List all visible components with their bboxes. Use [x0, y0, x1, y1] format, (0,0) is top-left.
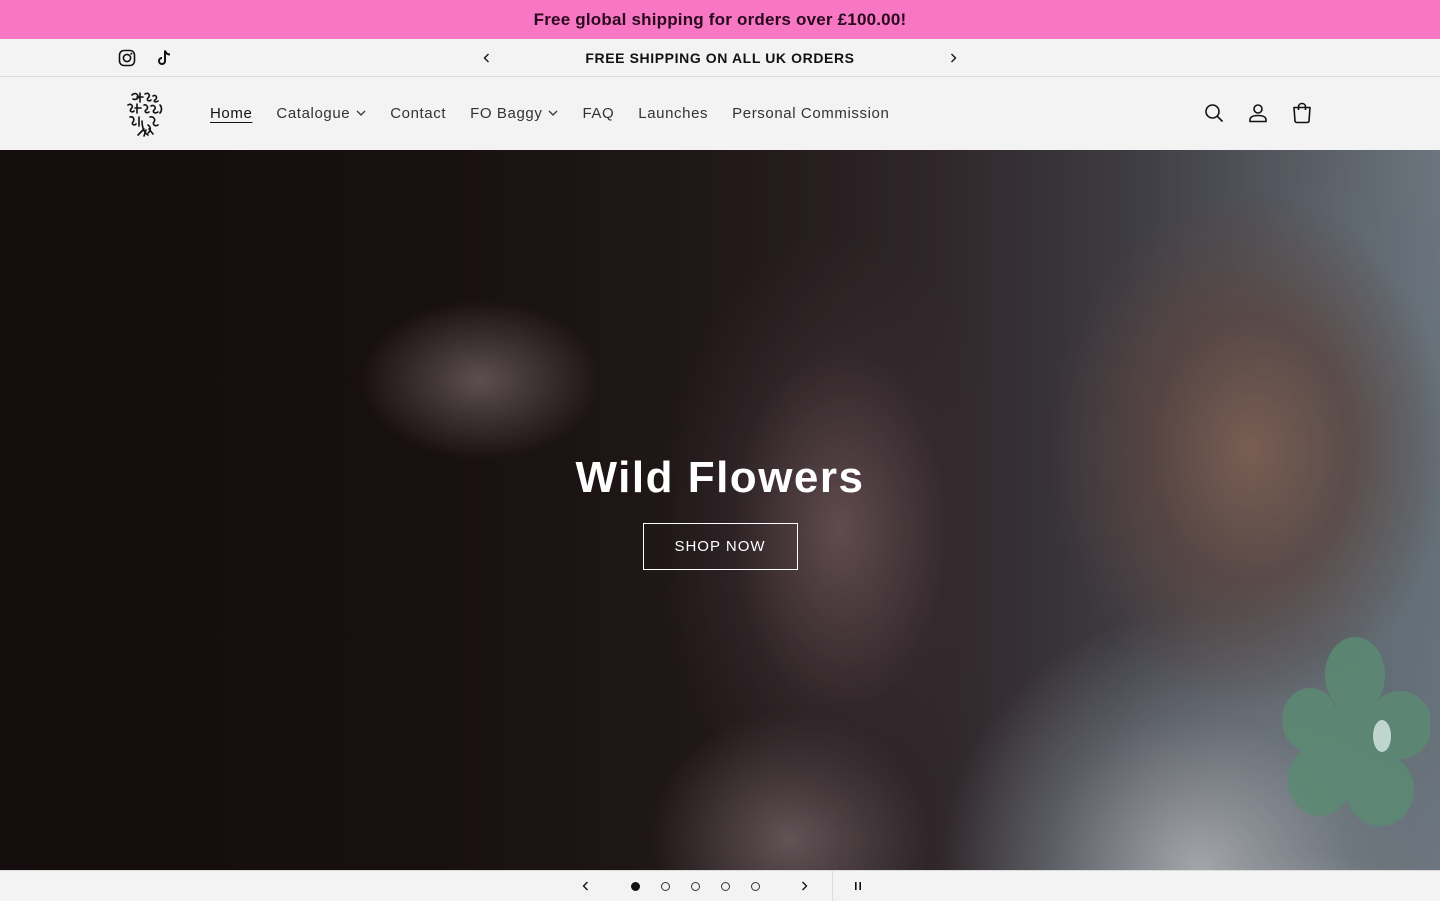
social-links [117, 39, 174, 77]
nav-item-label: FAQ [582, 104, 615, 122]
chevron-down-icon [548, 108, 558, 118]
brand-logo[interactable] [120, 89, 170, 139]
slide-dot-5[interactable] [740, 871, 770, 901]
header-actions [1192, 77, 1324, 149]
nav-item-personal-commission[interactable]: Personal Commission [720, 93, 901, 133]
slide-dot-indicator [750, 881, 760, 891]
slide-dot-indicator [660, 881, 670, 891]
chevron-left-icon [483, 53, 489, 63]
slideshow-controls [0, 870, 1440, 901]
nav-item-catalogue[interactable]: Catalogue [264, 93, 378, 133]
nav-item-home[interactable]: Home [198, 93, 264, 133]
nav-item-label: FO Baggy [470, 104, 543, 122]
chevron-down-icon [356, 108, 366, 118]
site-header: Home Catalogue Contact FO Baggy FAQ Laun… [0, 77, 1440, 149]
announcement-prev-button[interactable] [472, 43, 502, 73]
main-nav: Home Catalogue Contact FO Baggy FAQ Laun… [198, 77, 901, 149]
nav-item-fo-baggy[interactable]: FO Baggy [458, 93, 570, 133]
slide-dot-indicator [690, 881, 700, 891]
nav-item-label: Launches [638, 104, 709, 122]
slide-dot-3[interactable] [680, 871, 710, 901]
slide-dot-4[interactable] [710, 871, 740, 901]
chevron-right-icon [951, 53, 957, 63]
nav-item-launches[interactable]: Launches [626, 93, 720, 133]
cart-icon[interactable] [1280, 91, 1324, 135]
controls-divider [832, 871, 833, 901]
shop-now-button[interactable]: SHOP NOW [642, 523, 798, 570]
slide-dot-indicator [630, 881, 640, 891]
flower-graphic [1282, 637, 1430, 826]
slide-prev-button[interactable] [571, 871, 601, 901]
chevron-left-icon [582, 881, 588, 891]
promo-text: Free global shipping for orders over £10… [533, 9, 907, 29]
nav-item-label: Catalogue [276, 104, 351, 122]
account-icon[interactable] [1236, 91, 1280, 135]
announcement-slider: FREE SHIPPING ON ALL UK ORDERS [472, 39, 968, 77]
announcement-bar: FREE SHIPPING ON ALL UK ORDERS [0, 39, 1440, 77]
nav-item-faq[interactable]: FAQ [570, 93, 626, 133]
hero-content: Wild Flowers SHOP NOW [0, 450, 1440, 570]
chevron-right-icon [802, 881, 808, 891]
slideshow-pause-button[interactable] [843, 871, 873, 901]
search-icon[interactable] [1192, 91, 1236, 135]
promo-bar: Free global shipping for orders over £10… [0, 0, 1440, 39]
nav-item-contact[interactable]: Contact [378, 93, 458, 133]
pause-icon [855, 882, 861, 890]
nav-item-label: Contact [390, 104, 447, 122]
slide-dot-1[interactable] [620, 871, 650, 901]
instagram-icon[interactable] [117, 49, 136, 68]
slide-dot-2[interactable] [650, 871, 680, 901]
hero-slideshow: Wild Flowers SHOP NOW [0, 150, 1440, 870]
nav-item-label: Home [210, 104, 253, 122]
tiktok-icon[interactable] [155, 49, 174, 68]
slide-next-button[interactable] [789, 871, 819, 901]
hero-title: Wild Flowers [575, 453, 865, 502]
slide-dot-indicator [720, 881, 730, 891]
announcement-text: FREE SHIPPING ON ALL UK ORDERS [585, 50, 855, 66]
announcement-next-button[interactable] [938, 43, 968, 73]
nav-item-label: Personal Commission [732, 104, 890, 122]
